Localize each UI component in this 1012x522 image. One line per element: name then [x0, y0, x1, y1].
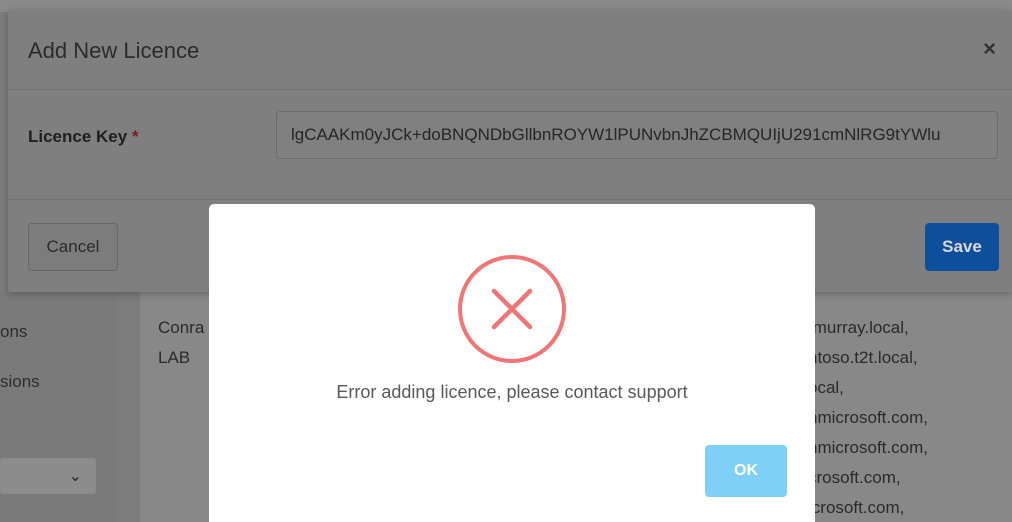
- error-message: Error adding licence, please contact sup…: [336, 382, 688, 402]
- panel-text: ntoso.t2t.local,: [808, 348, 918, 367]
- error-dialog: Error adding licence, please contact sup…: [209, 204, 815, 522]
- panel-text: LAB: [158, 348, 191, 367]
- panel-text: nmicrosoft.com,: [808, 438, 928, 457]
- panel-text: tmurray.local,: [808, 318, 909, 337]
- chevron-down-icon: ⌄: [68, 468, 82, 485]
- required-asterisk: *: [131, 127, 139, 146]
- licence-key-label-text: Licence Key: [28, 127, 128, 146]
- sidebar-item: sions: [0, 372, 40, 391]
- error-x-icon: [458, 255, 566, 363]
- panel-text: nmicrosoft.com,: [808, 408, 928, 427]
- cancel-button[interactable]: Cancel: [28, 223, 118, 271]
- modal-title: Add New Licence: [28, 38, 200, 63]
- sidebar-item: ons: [0, 322, 28, 341]
- panel-text: Conra: [158, 318, 205, 337]
- modal-body: Licence Key * lgCAAKm0yJCk+doBNQNDbGllbn…: [8, 90, 1012, 200]
- panel-text: crosoft.com,: [808, 468, 901, 487]
- ok-button[interactable]: OK: [705, 445, 787, 497]
- background-sidebar: ons sions ⌄: [0, 290, 118, 522]
- sidebar-dropdown: ⌄: [0, 458, 96, 494]
- licence-key-input[interactable]: lgCAAKm0yJCk+doBNQNDbGllbnROYW1lPUNvbnJh…: [276, 111, 998, 159]
- close-icon[interactable]: ×: [983, 36, 996, 62]
- modal-header: Add New Licence ×: [8, 10, 1012, 90]
- licence-key-label: Licence Key *: [28, 127, 139, 147]
- panel-text: icrosoft.com,: [808, 498, 905, 517]
- save-button[interactable]: Save: [925, 223, 999, 271]
